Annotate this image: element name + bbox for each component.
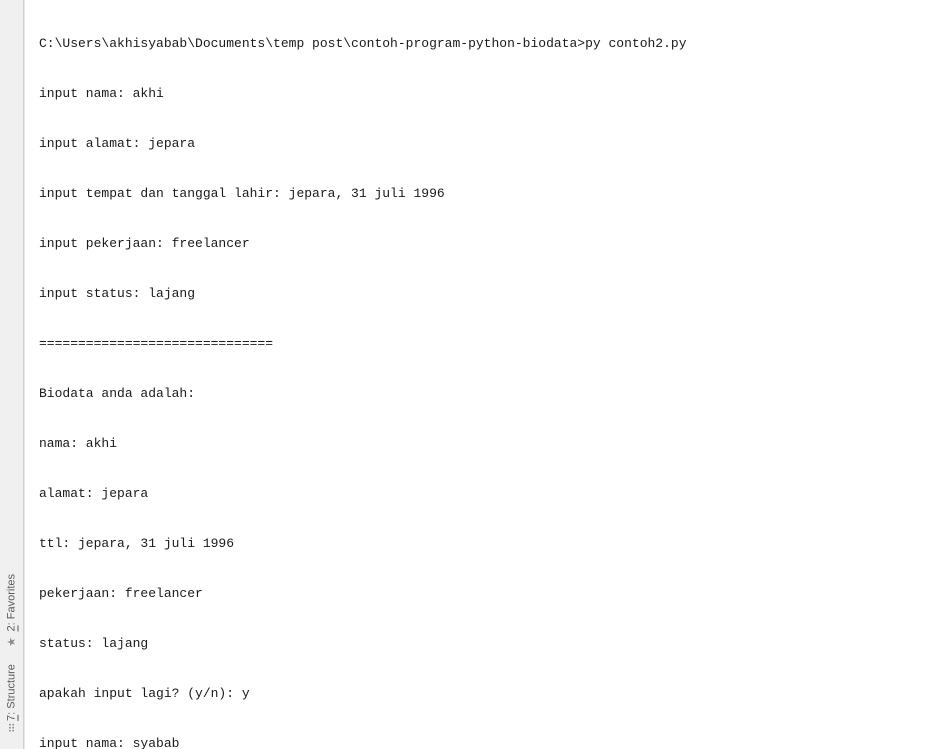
- terminal-line: input pekerjaan: freelancer: [39, 231, 919, 256]
- terminal-line: ==============================: [39, 331, 919, 356]
- sidebar-item-label: 2: Favorites: [6, 574, 18, 631]
- terminal-line: input tempat dan tanggal lahir: jepara, …: [39, 181, 919, 206]
- terminal-line: input alamat: jepara: [39, 131, 919, 156]
- sidebar-item-structure[interactable]: ⠿ 7: Structure: [3, 656, 20, 741]
- terminal-line: apakah input lagi? (y/n): y: [39, 681, 919, 706]
- terminal-line: Biodata anda adalah:: [39, 381, 919, 406]
- terminal-output[interactable]: C:\Users\akhisyabab\Documents\temp post\…: [24, 0, 927, 749]
- terminal-line: nama: akhi: [39, 431, 919, 456]
- terminal-line: ttl: jepara, 31 juli 1996: [39, 531, 919, 556]
- ide-sidebar: ★ 2: Favorites ⠿ 7: Structure: [0, 0, 24, 749]
- terminal-line: pekerjaan: freelancer: [39, 581, 919, 606]
- terminal-line: input status: lajang: [39, 281, 919, 306]
- terminal-line: status: lajang: [39, 631, 919, 656]
- terminal-line: input nama: syabab: [39, 731, 919, 749]
- sidebar-item-label: 7: Structure: [6, 664, 18, 721]
- terminal-line: alamat: jepara: [39, 481, 919, 506]
- terminal-line: input nama: akhi: [39, 81, 919, 106]
- structure-icon: ⠿: [7, 722, 15, 735]
- star-icon: ★: [5, 635, 18, 648]
- terminal-line: C:\Users\akhisyabab\Documents\temp post\…: [39, 31, 919, 56]
- sidebar-item-favorites[interactable]: ★ 2: Favorites: [3, 566, 20, 656]
